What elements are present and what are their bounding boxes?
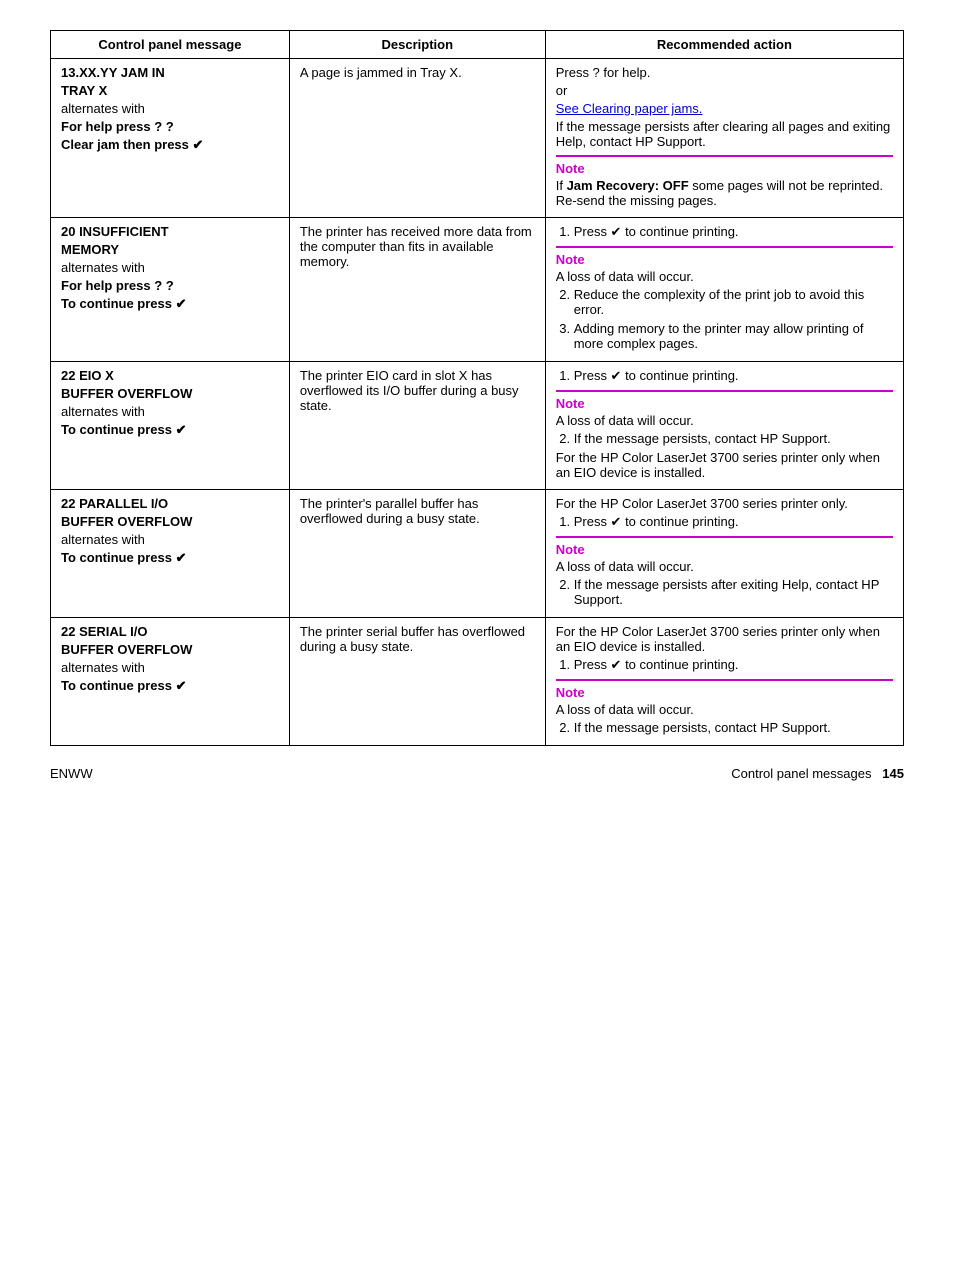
col-action: For the HP Color LaserJet 3700 series pr…: [545, 618, 903, 746]
table-row: 22 SERIAL I/OBUFFER OVERFLOWalternates w…: [51, 618, 904, 746]
col-description: The printer serial buffer has overflowed…: [289, 618, 545, 746]
col-description: A page is jammed in Tray X.: [289, 59, 545, 218]
col-message: 13.XX.YY JAM INTRAY Xalternates withFor …: [51, 59, 290, 218]
col-message: 20 INSUFFICIENTMEMORYalternates withFor …: [51, 218, 290, 362]
header-control-panel-message: Control panel message: [51, 31, 290, 59]
col-description: The printer's parallel buffer has overfl…: [289, 490, 545, 618]
table-row: 13.XX.YY JAM INTRAY Xalternates withFor …: [51, 59, 904, 218]
col-action: Press ✔ to continue printing.NoteA loss …: [545, 362, 903, 490]
col-action: Press ? for help.orSee Clearing paper ja…: [545, 59, 903, 218]
header-recommended-action: Recommended action: [545, 31, 903, 59]
col-description: The printer has received more data from …: [289, 218, 545, 362]
page-footer: ENWW Control panel messages 145: [50, 766, 904, 781]
footer-left: ENWW: [50, 766, 93, 781]
table-row: 22 EIO XBUFFER OVERFLOWalternates withTo…: [51, 362, 904, 490]
table-row: 20 INSUFFICIENTMEMORYalternates withFor …: [51, 218, 904, 362]
col-message: 22 EIO XBUFFER OVERFLOWalternates withTo…: [51, 362, 290, 490]
table-row: 22 PARALLEL I/OBUFFER OVERFLOWalternates…: [51, 490, 904, 618]
col-action: For the HP Color LaserJet 3700 series pr…: [545, 490, 903, 618]
col-action: Press ✔ to continue printing.NoteA loss …: [545, 218, 903, 362]
footer-right: Control panel messages 145: [731, 766, 904, 781]
control-panel-table: Control panel message Description Recomm…: [50, 30, 904, 746]
col-message: 22 PARALLEL I/OBUFFER OVERFLOWalternates…: [51, 490, 290, 618]
header-description: Description: [289, 31, 545, 59]
col-description: The printer EIO card in slot X has overf…: [289, 362, 545, 490]
col-message: 22 SERIAL I/OBUFFER OVERFLOWalternates w…: [51, 618, 290, 746]
